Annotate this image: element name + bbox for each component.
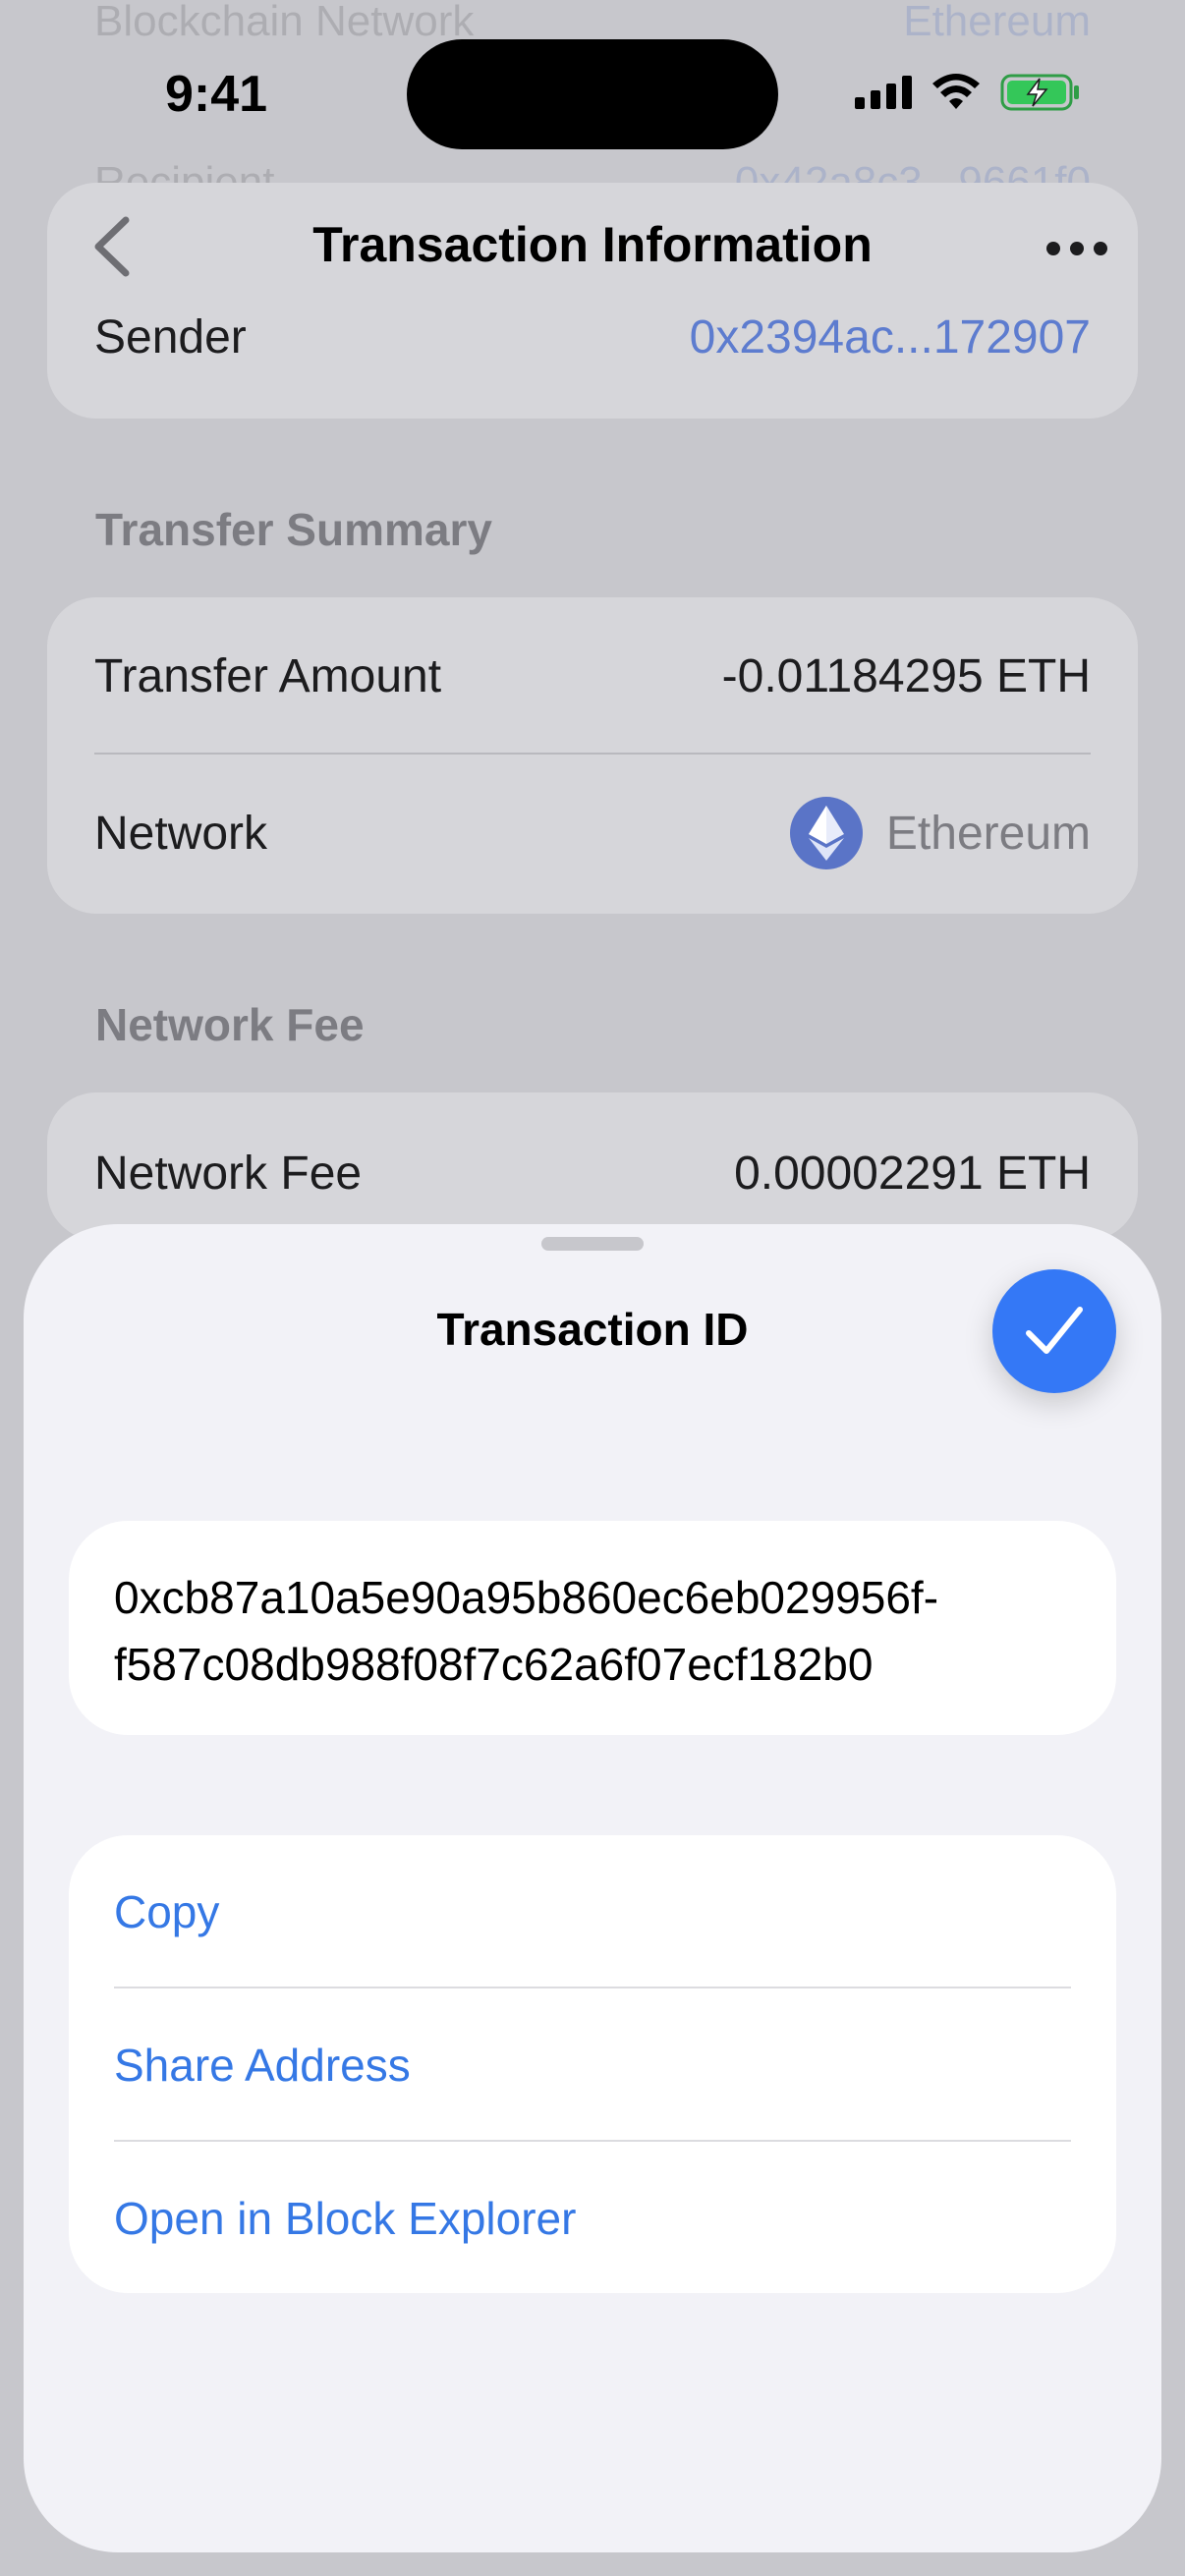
transaction-id-sheet: Transaction ID 0xcb87a10a5e90a95b860ec6e… [24,1224,1161,2552]
transaction-id-card: 0xcb87a10a5e90a95b860ec6eb029956f- f587c… [69,1521,1116,1735]
more-icon-dot [1070,242,1084,255]
network-fee-row: Network Fee 0.00002291 ETH [94,1138,1091,1208]
actions-card: Copy Share Address Open in Block Explore… [69,1835,1116,2293]
more-icon-dot [1094,242,1107,255]
network-label: Network [94,807,268,860]
ethereum-icon [789,797,863,869]
transfer-amount-row: Transfer Amount -0.01184295 ETH [94,641,1091,711]
transaction-id-line-1: 0xcb87a10a5e90a95b860ec6eb029956f- [114,1572,939,1623]
battery-charging-icon [1000,74,1079,111]
open-block-explorer-label: Open in Block Explorer [114,2192,577,2244]
done-button[interactable] [992,1269,1116,1393]
sheet-title: Transaction ID [436,1304,749,1355]
sender-label: Sender [94,310,247,364]
cellular-signal-icon [855,76,912,109]
checkmark-icon [1026,1307,1083,1354]
status-icons [855,73,1081,112]
share-address-button[interactable]: Share Address [114,1988,1071,2141]
network-row: Network Ethereum [94,794,1091,872]
transfer-amount-value: -0.01184295 ETH [721,649,1091,702]
copy-button[interactable]: Copy [114,1835,1071,1988]
divider [94,753,1091,755]
transaction-id-line-2: f587c08db988f08f7c62a6f07ecf182b0 [114,1639,874,1690]
wifi-icon [932,74,980,109]
sheet-grabber[interactable] [541,1237,644,1251]
transfer-summary-card: Transfer Amount -0.01184295 ETH Network … [47,597,1138,914]
open-block-explorer-button[interactable]: Open in Block Explorer [114,2142,1071,2294]
copy-label: Copy [114,1885,220,1937]
dynamic-island [407,39,778,149]
sender-address[interactable]: 0x2394ac...172907 [690,310,1091,364]
more-icon [1046,242,1060,255]
sender-row[interactable]: Sender 0x2394ac...172907 [94,301,1091,373]
network-fee-label: Network Fee [94,1147,363,1200]
more-button[interactable] [1038,214,1116,283]
share-address-label: Share Address [114,2039,411,2091]
status-time: 9:41 [165,66,268,123]
network-value-wrap: Ethereum [789,797,1091,869]
network-value: Ethereum [885,807,1091,860]
network-fee-title: Network Fee [95,999,365,1050]
network-fee-card: Network Fee 0.00002291 ETH [47,1092,1138,1240]
transfer-amount-label: Transfer Amount [94,649,442,702]
network-fee-value: 0.00002291 ETH [734,1147,1091,1200]
transfer-summary-title: Transfer Summary [95,504,492,555]
page-title: Transaction Information [312,217,873,272]
